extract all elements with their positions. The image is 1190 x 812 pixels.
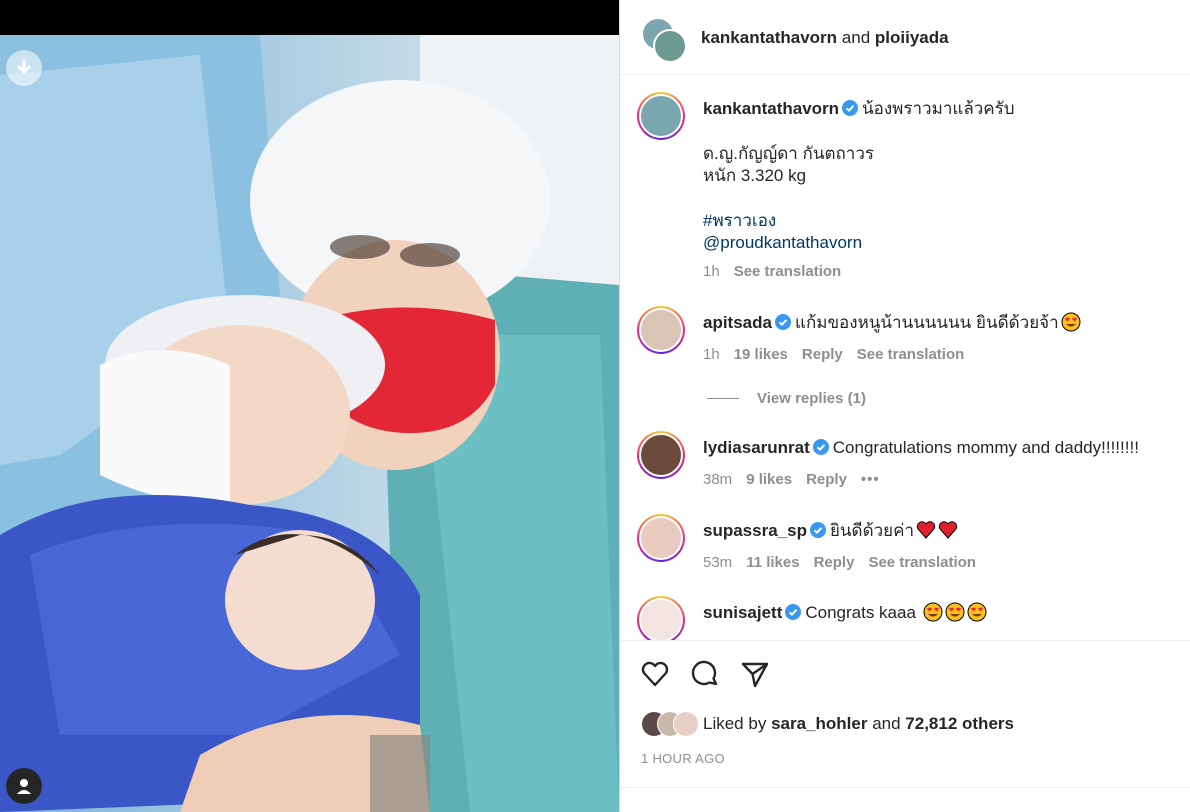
red-heart-emoji-icon xyxy=(938,521,958,539)
caption-author[interactable]: kankantathavorn xyxy=(703,99,839,118)
commenter-avatar[interactable] xyxy=(637,306,685,354)
caption-line-3: หนัก 3.320 kg xyxy=(703,166,807,185)
collaborator-avatar[interactable] xyxy=(653,29,687,63)
view-replies-label[interactable]: View replies (1) xyxy=(757,390,866,407)
reply-button[interactable]: Reply xyxy=(806,471,847,488)
caption-meta: 1h See translation xyxy=(703,263,855,280)
liker-avatars[interactable] xyxy=(641,711,703,737)
verified-badge-icon xyxy=(842,100,859,116)
comment-text: แก้มของหนูน้านนนนนน ยินดีด้วยจ้า xyxy=(794,313,1059,332)
footer-divider xyxy=(620,787,1190,788)
comment-body: lydiasarunrat Congratulations mommy and d… xyxy=(703,437,1139,459)
header-joiner: and xyxy=(841,28,871,47)
author-avatar[interactable] xyxy=(637,92,685,140)
heart-eyes-emoji-icon xyxy=(1061,312,1081,332)
liker-avatar xyxy=(673,711,699,737)
commenter-avatar[interactable] xyxy=(637,431,685,479)
owner-username[interactable]: kankantathavorn xyxy=(701,28,837,47)
comment-likes[interactable]: 9 likes xyxy=(746,471,792,488)
view-replies-button[interactable]: View replies (1) xyxy=(707,390,880,407)
reply-button[interactable]: Reply xyxy=(802,346,843,363)
verified-badge-icon xyxy=(812,439,829,455)
more-options-icon[interactable]: ••• xyxy=(861,471,880,488)
comment-icon[interactable] xyxy=(690,659,720,689)
post-header-names: kankantathavorn and ploiiyada xyxy=(701,28,949,48)
caption-line-2: ด.ญ.กัญญ์ดา กันตถาวร xyxy=(703,144,875,163)
heart-eyes-emoji-icon xyxy=(967,602,987,622)
caption-line-1: kankantathavorn น้องพราวมาแล้วครับ xyxy=(703,98,1015,120)
red-heart-emoji-icon xyxy=(916,521,936,539)
comments-list[interactable]: kankantathavorn น้องพราวมาแล้วครับ ด.ญ.กั… xyxy=(620,75,1190,640)
comment-time: 53m xyxy=(703,554,733,571)
liked-others[interactable]: 72,812 others xyxy=(905,714,1014,733)
caption-text-1: น้องพราวมาแล้วครับ xyxy=(862,99,1015,118)
post-timestamp[interactable]: 1 HOUR AGO xyxy=(641,751,725,766)
liked-by-text: Liked by sara_hohler and 72,812 others xyxy=(703,714,1014,734)
collab-avatars[interactable] xyxy=(641,17,687,63)
caption-mention[interactable]: @proudkantathavorn xyxy=(703,232,862,254)
heart-eyes-emoji-icon xyxy=(945,602,965,622)
heart-eyes-emoji-icon xyxy=(923,602,943,622)
comment-meta: 38m 9 likes Reply ••• xyxy=(703,471,894,488)
reply-button[interactable]: Reply xyxy=(814,554,855,571)
photo-top-bar xyxy=(0,0,619,35)
comment-username[interactable]: apitsada xyxy=(703,313,772,332)
user-tags-button[interactable] xyxy=(6,768,42,804)
comment-time: 38m xyxy=(703,471,733,488)
liked-and: and xyxy=(872,714,901,733)
liked-user[interactable]: sara_hohler xyxy=(771,714,867,733)
comment-text: Congrats kaaa xyxy=(805,603,916,622)
see-translation-link[interactable]: See translation xyxy=(734,263,842,280)
comment-body: sunisajett Congrats kaaa xyxy=(703,602,987,624)
heart-icon[interactable] xyxy=(640,659,670,689)
comment-likes[interactable]: 11 likes xyxy=(746,554,799,571)
replies-divider xyxy=(707,398,739,399)
post-actions: Liked by sara_hohler and 72,812 others 1… xyxy=(620,640,1190,812)
user-icon xyxy=(17,779,31,794)
download-button[interactable] xyxy=(6,50,42,86)
caption-hashtag[interactable]: #พราวเอง xyxy=(703,210,776,232)
verified-badge-icon xyxy=(809,522,826,538)
share-icon[interactable] xyxy=(740,659,770,689)
post-header: kankantathavorn and ploiiyada xyxy=(620,0,1190,75)
comment-body: apitsada แก้มของหนูน้านนนนนน ยินดีด้วยจ้า xyxy=(703,312,1081,334)
comment-text: Congratulations mommy and daddy!!!!!!!! xyxy=(832,438,1139,457)
collaborator-username[interactable]: ploiiyada xyxy=(875,28,949,47)
comment-time: 1h xyxy=(703,346,720,363)
commenter-avatar[interactable] xyxy=(637,514,685,562)
comment-username[interactable]: sunisajett xyxy=(703,603,782,622)
verified-badge-icon xyxy=(785,604,802,620)
comment-username[interactable]: supassra_sp xyxy=(703,521,807,540)
post-side-panel: kankantathavorn and ploiiyada kankantath… xyxy=(619,0,1190,812)
comment-likes[interactable]: 19 likes xyxy=(734,346,788,363)
see-translation-link[interactable]: See translation xyxy=(857,346,965,363)
comment-body: supassra_sp ยินดีด้วยค่า xyxy=(703,520,958,542)
caption-time: 1h xyxy=(703,263,720,280)
comment-username[interactable]: lydiasarunrat xyxy=(703,438,810,457)
comment-meta: 53m 11 likes Reply See translation xyxy=(703,554,990,571)
see-translation-link[interactable]: See translation xyxy=(868,554,976,571)
comment-meta: 1h 19 likes Reply See translation xyxy=(703,346,978,363)
commenter-avatar[interactable] xyxy=(637,596,685,640)
liked-prefix: Liked by xyxy=(703,714,767,733)
post-photo xyxy=(0,35,619,812)
download-icon xyxy=(17,59,31,75)
comment-text: ยินดีด้วยค่า xyxy=(829,521,915,540)
verified-badge-icon xyxy=(774,314,791,330)
